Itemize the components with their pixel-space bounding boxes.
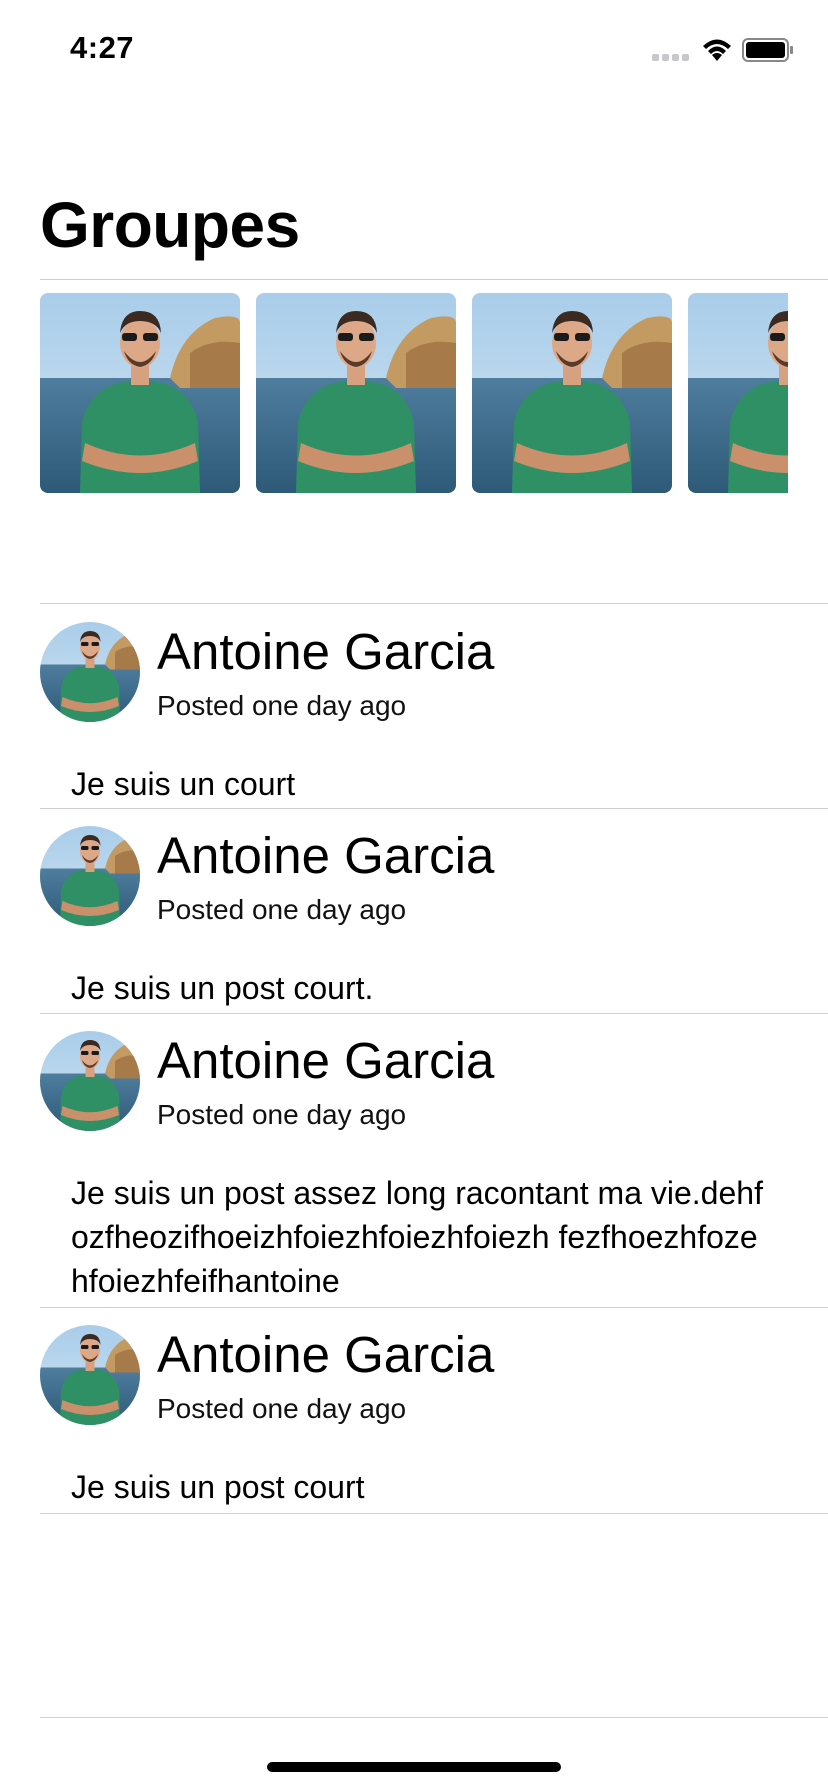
status-bar: 4:27 <box>0 0 828 100</box>
post-author[interactable]: Antoine Garcia <box>157 1031 494 1090</box>
home-indicator[interactable] <box>267 1762 561 1772</box>
post-author[interactable]: Antoine Garcia <box>157 622 494 681</box>
divider <box>40 603 828 604</box>
group-thumbnail[interactable] <box>256 293 456 493</box>
group-thumbnail[interactable] <box>472 293 672 493</box>
divider <box>40 1307 828 1308</box>
post-item[interactable]: Antoine Garcia Posted one day ago Je sui… <box>40 1325 828 1505</box>
post-author[interactable]: Antoine Garcia <box>157 1325 494 1384</box>
group-thumbnail[interactable] <box>40 293 240 493</box>
divider <box>40 808 828 809</box>
post-item[interactable]: Antoine Garcia Posted one day ago Je sui… <box>40 622 828 802</box>
wifi-icon <box>703 39 731 61</box>
post-body: Je suis un post court <box>71 1469 365 1505</box>
avatar[interactable] <box>40 1325 140 1425</box>
group-thumbnail[interactable] <box>688 293 788 493</box>
cellular-signal-icon <box>652 54 690 62</box>
battery-icon <box>742 38 793 62</box>
group-photo <box>40 293 240 493</box>
divider <box>40 1013 828 1014</box>
avatar[interactable] <box>40 826 140 926</box>
divider <box>40 279 828 280</box>
divider <box>40 1513 828 1514</box>
divider <box>40 1717 828 1718</box>
page-title: Groupes <box>40 189 300 261</box>
avatar[interactable] <box>40 622 140 722</box>
group-photo <box>256 293 456 493</box>
groups-carousel[interactable] <box>40 293 788 493</box>
post-body: Je suis un court <box>71 766 296 802</box>
avatar-photo <box>40 826 140 926</box>
avatar-photo <box>40 622 140 722</box>
post-time: Posted one day ago <box>157 1393 407 1424</box>
group-photo <box>472 293 672 493</box>
avatar-photo <box>40 1325 140 1425</box>
post-item[interactable]: Antoine Garcia Posted one day ago Je sui… <box>40 826 828 1006</box>
post-time: Posted one day ago <box>157 1099 407 1130</box>
status-time: 4:27 <box>70 30 135 65</box>
post-time: Posted one day ago <box>157 894 407 925</box>
avatar-photo <box>40 1031 140 1131</box>
group-photo <box>688 293 788 493</box>
post-time: Posted one day ago <box>157 690 407 721</box>
post-body: Je suis un post court. <box>71 970 374 1006</box>
post-item[interactable]: Antoine Garcia Posted one day ago Je sui… <box>40 1031 828 1299</box>
post-author[interactable]: Antoine Garcia <box>157 826 494 885</box>
post-body: Je suis un post assez long racontant ma … <box>71 1175 763 1299</box>
avatar[interactable] <box>40 1031 140 1131</box>
